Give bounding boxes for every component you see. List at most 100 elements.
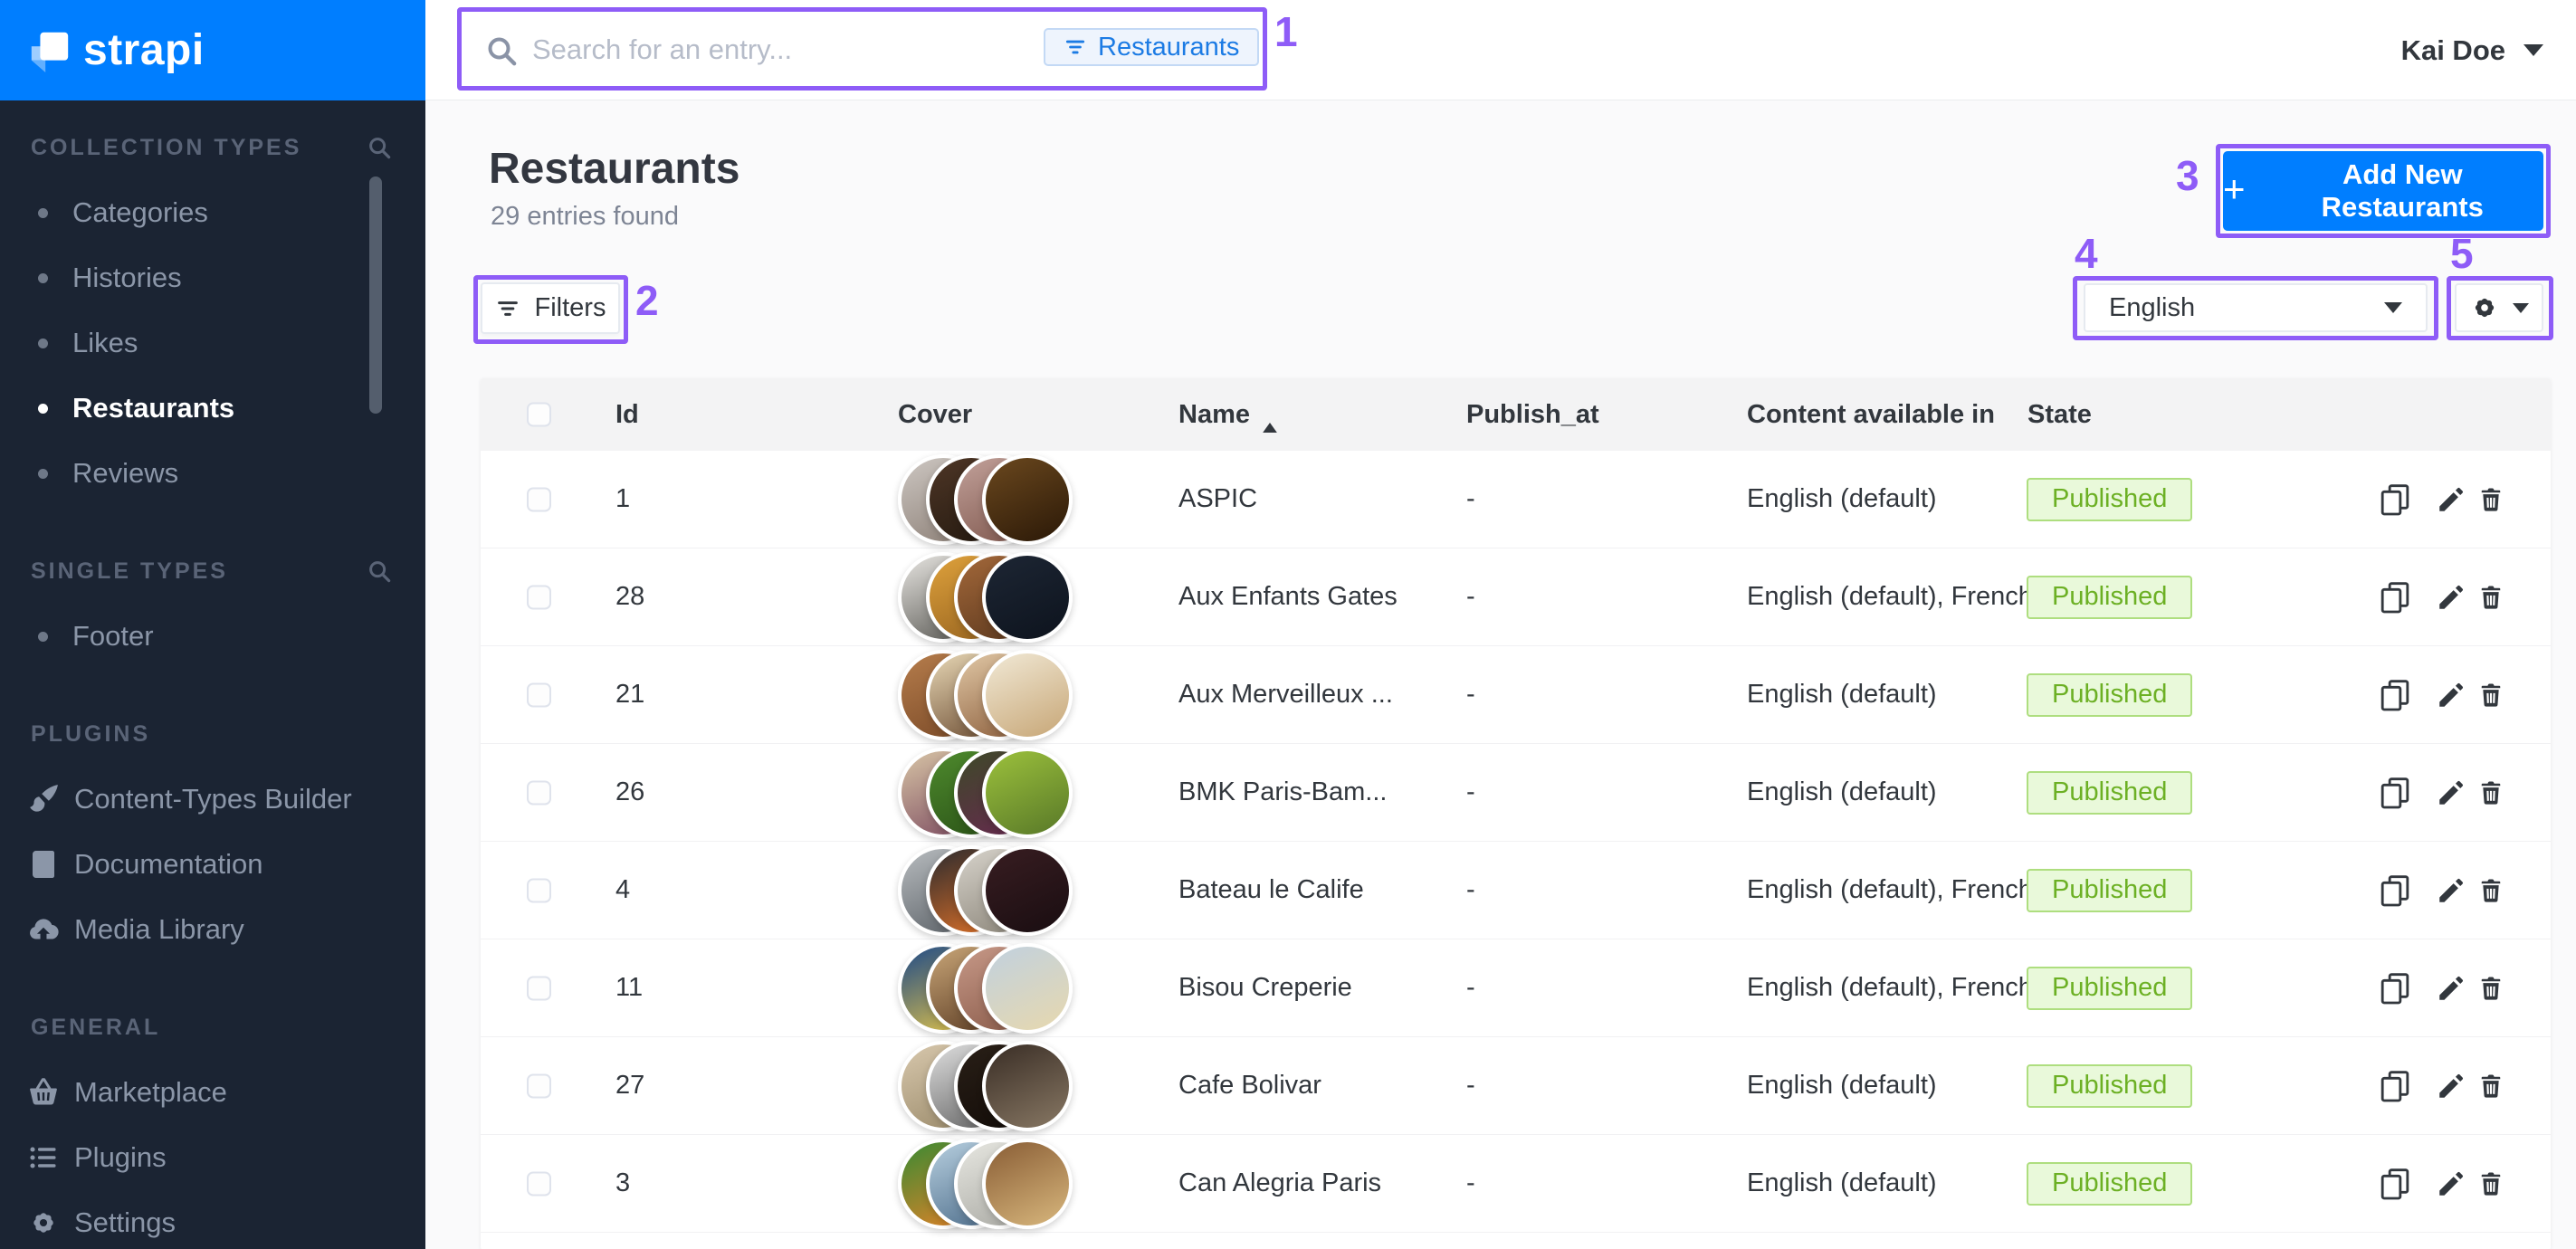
column-header-state[interactable]: State — [2027, 378, 2092, 451]
delete-trash-icon[interactable] — [2476, 485, 2505, 514]
search-filter-chip[interactable]: Restaurants — [1044, 28, 1259, 66]
duplicate-icon[interactable] — [2377, 775, 2413, 811]
cell-locales: English (default) — [1747, 646, 1937, 743]
row-checkbox[interactable] — [527, 976, 551, 1000]
cell-publish-at: - — [1466, 1135, 1475, 1232]
table-row[interactable]: 4Bateau le Calife-English (default), Fre… — [481, 842, 2551, 939]
table-header-row: Id Cover Name Publish_at Content available i… — [481, 378, 2551, 451]
duplicate-icon[interactable] — [2377, 872, 2413, 909]
cell-name: Can Alegria Paris — [1178, 1135, 1381, 1232]
row-checkbox[interactable] — [527, 682, 551, 707]
annotation-number-3: 3 — [2176, 155, 2199, 196]
sidebar-section-header: GENERAL — [0, 995, 425, 1060]
column-header-cover[interactable]: Cover — [898, 378, 972, 451]
view-settings-button[interactable] — [2455, 283, 2543, 332]
duplicate-icon[interactable] — [2377, 579, 2413, 615]
sidebar-item-categories[interactable]: Categories — [0, 180, 425, 245]
cell-cover — [898, 451, 1073, 548]
filter-icon — [1064, 35, 1087, 59]
user-menu[interactable]: Kai Doe — [2401, 0, 2543, 100]
sidebar-item-content-types-builder[interactable]: Content-Types Builder — [0, 767, 425, 832]
row-checkbox[interactable] — [527, 487, 551, 511]
table-row[interactable]: 1ASPIC-English (default)Published — [481, 451, 2551, 548]
row-checkbox[interactable] — [527, 1073, 551, 1098]
status-badge: Published — [2027, 967, 2192, 1010]
table-row[interactable]: 28Aux Enfants Gates-English (default), F… — [481, 548, 2551, 646]
bullet-dot — [38, 338, 48, 348]
delete-trash-icon[interactable] — [2476, 974, 2505, 1003]
duplicate-icon[interactable] — [2377, 677, 2413, 713]
edit-pencil-icon[interactable] — [2436, 973, 2466, 1004]
locale-dropdown[interactable]: English — [2084, 283, 2428, 332]
cell-publish-at: - — [1466, 1037, 1475, 1134]
strapi-logo: strapi — [0, 0, 425, 100]
sidebar-item-restaurants[interactable]: Restaurants — [0, 376, 425, 441]
sidebar-item-settings[interactable]: Settings — [0, 1190, 425, 1249]
column-header-name[interactable]: Name — [1178, 378, 1277, 451]
cell-cover — [898, 1037, 1073, 1134]
table-row[interactable]: 21Aux Merveilleux ...-English (default)P… — [481, 646, 2551, 744]
edit-pencil-icon[interactable] — [2436, 680, 2466, 710]
search-icon[interactable] — [366, 558, 393, 585]
sidebar-item-reviews[interactable]: Reviews — [0, 441, 425, 506]
delete-trash-icon[interactable] — [2476, 876, 2505, 905]
cell-name: Aux Merveilleux ... — [1178, 646, 1393, 743]
bullet-dot — [38, 208, 48, 218]
duplicate-icon[interactable] — [2377, 1166, 2413, 1202]
column-header-id[interactable]: Id — [615, 378, 639, 451]
delete-trash-icon[interactable] — [2476, 583, 2505, 612]
table-row[interactable]: 26BMK Paris-Bam...-English (default)Publ… — [481, 744, 2551, 842]
delete-trash-icon[interactable] — [2476, 778, 2505, 807]
edit-pencil-icon[interactable] — [2436, 777, 2466, 808]
table-row[interactable]: 27Cafe Bolivar-English (default)Publishe… — [481, 1037, 2551, 1135]
row-checkbox[interactable] — [527, 780, 551, 805]
row-checkbox[interactable] — [527, 878, 551, 902]
edit-pencil-icon[interactable] — [2436, 875, 2466, 906]
sidebar-item-histories[interactable]: Histories — [0, 245, 425, 310]
column-header-content-available-in[interactable]: Content available in — [1747, 378, 1995, 451]
search-input[interactable] — [532, 27, 1021, 72]
user-name: Kai Doe — [2401, 34, 2505, 67]
duplicate-icon[interactable] — [2377, 1068, 2413, 1104]
row-checkbox[interactable] — [527, 585, 551, 609]
edit-pencil-icon[interactable] — [2436, 582, 2466, 613]
edit-pencil-icon[interactable] — [2436, 484, 2466, 515]
table-row[interactable]: 3Can Alegria Paris-English (default)Publ… — [481, 1135, 2551, 1233]
sidebar-item-likes[interactable]: Likes — [0, 310, 425, 376]
sidebar-item-plugins[interactable]: Plugins — [0, 1125, 425, 1190]
status-badge: Published — [2027, 771, 2192, 815]
sidebar-scrollbar[interactable] — [369, 176, 382, 414]
sidebar-item-label: Documentation — [74, 848, 263, 881]
filters-button-label: Filters — [535, 293, 606, 323]
duplicate-icon[interactable] — [2377, 970, 2413, 1006]
duplicate-icon[interactable] — [2377, 481, 2413, 518]
annotation-number-2: 2 — [635, 280, 659, 321]
cell-locales: English (default) — [1747, 1037, 1937, 1134]
sidebar-nav: COLLECTION TYPESCategoriesHistoriesLikes… — [0, 115, 425, 1249]
bullet-dot — [38, 404, 48, 414]
table-row[interactable]: 11Bisou Creperie-English (default), Fren… — [481, 939, 2551, 1037]
sidebar-item-marketplace[interactable]: Marketplace — [0, 1060, 425, 1125]
delete-trash-icon[interactable] — [2476, 1169, 2505, 1198]
locale-value: English — [2109, 293, 2195, 323]
cell-publish-at: - — [1466, 842, 1475, 939]
delete-trash-icon[interactable] — [2476, 1072, 2505, 1101]
delete-trash-icon[interactable] — [2476, 681, 2505, 710]
edit-pencil-icon[interactable] — [2436, 1071, 2466, 1101]
edit-pencil-icon[interactable] — [2436, 1168, 2466, 1199]
row-checkbox[interactable] — [527, 1171, 551, 1196]
column-header-publish-at[interactable]: Publish_at — [1466, 378, 1599, 451]
book-icon — [27, 848, 60, 881]
cell-locales: English (default) — [1747, 451, 1937, 548]
add-new-restaurants-button[interactable]: + Add New Restaurants — [2223, 151, 2543, 231]
basket-icon — [27, 1076, 60, 1109]
filters-button[interactable]: Filters — [481, 282, 620, 334]
cover-photo — [982, 454, 1073, 545]
main-content: Restaurants 29 entries found Filters + A… — [425, 100, 2576, 1249]
sidebar-item-media-library[interactable]: Media Library — [0, 897, 425, 962]
select-all-checkbox[interactable] — [527, 403, 551, 427]
sidebar-item-documentation[interactable]: Documentation — [0, 832, 425, 897]
cell-id: 3 — [615, 1135, 630, 1232]
sidebar-item-footer[interactable]: Footer — [0, 604, 425, 669]
search-icon[interactable] — [366, 134, 393, 161]
